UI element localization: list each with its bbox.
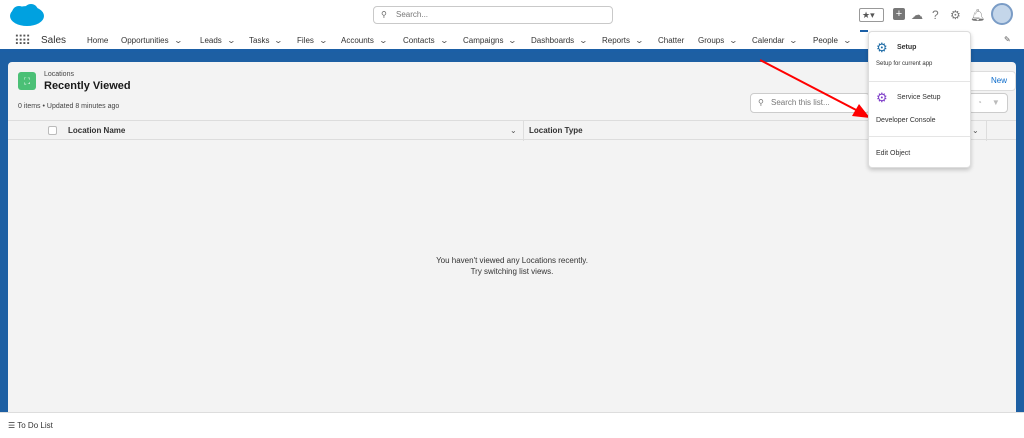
todo-list-button[interactable]: ☰ To Do List xyxy=(8,421,53,430)
utility-bar: ☰ To Do List xyxy=(0,412,1024,438)
service-setup-gear-icon: ⚙ xyxy=(876,90,888,105)
menu-item-setup[interactable]: ⚙ Setup Setup for current app xyxy=(869,32,970,80)
menu-item-edit-object[interactable]: Edit Object xyxy=(876,150,910,157)
list-icon: ☰ xyxy=(8,421,18,430)
menu-item-service-setup[interactable]: ⚙ Service Setup xyxy=(869,87,970,109)
setup-gear-icon: ⚙ xyxy=(876,40,888,55)
setup-menu: ⚙ Setup Setup for current app ⚙ Service … xyxy=(868,31,971,168)
menu-item-developer-console[interactable]: Developer Console xyxy=(876,117,936,124)
